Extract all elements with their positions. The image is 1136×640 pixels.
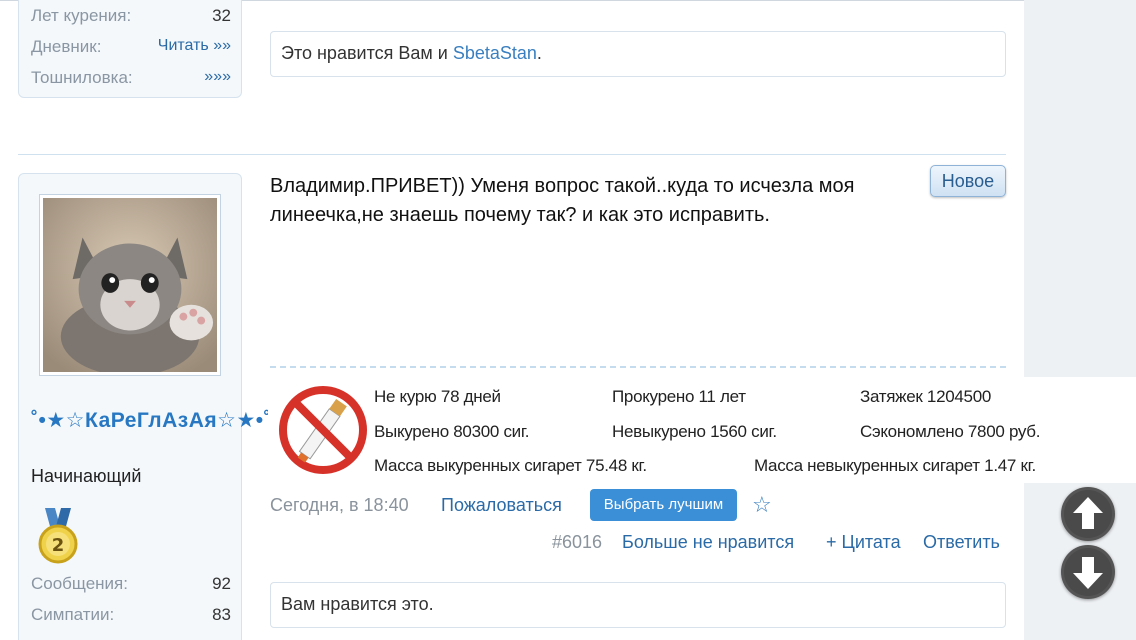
sig-smoked-years: Прокурено 11 лет [612, 387, 746, 406]
post-date: Сегодня, в 18:40 [270, 495, 409, 515]
svg-text:2: 2 [52, 535, 65, 556]
stat-label: Тошниловка: [31, 68, 133, 87]
stat-smoking-years: Лет курения: 32 [31, 6, 231, 30]
likes-text: Вам нравится это. [281, 594, 434, 614]
kitten-image [43, 198, 217, 372]
author-card: ˚•★☆КаРеГлАзАя☆★•˚ Начинающий 2 Сообщени… [18, 173, 271, 640]
prev-likes-box: Это нравится Вам и SbetaStan. [270, 31, 1006, 77]
reply-link[interactable]: Ответить [923, 532, 1000, 553]
prev-author-card: Лет курения: 32 Дневник: Читать »» Тошни… [18, 0, 242, 98]
arrow-up-icon [1064, 490, 1112, 538]
likes-box: Вам нравится это. [270, 582, 1006, 628]
sig-unsmoked-cigs: Невыкурено 1560 сиг. [612, 422, 777, 441]
sig-mass-smoked: Масса выкуренных сигарет 75.48 кг. [374, 456, 647, 475]
medal-icon: 2 [37, 508, 79, 564]
stat-label: Лет курения: [31, 6, 132, 25]
forum-page: Лет курения: 32 Дневник: Читать »» Тошни… [0, 0, 1136, 640]
new-badge: Новое [930, 165, 1006, 197]
stat-value: 32 [212, 6, 231, 25]
stat-messages: Сообщения: 92 [31, 574, 231, 598]
author-username[interactable]: ˚•★☆КаРеГлАзАя☆★•˚ [31, 406, 271, 436]
no-smoking-icon [279, 386, 367, 474]
post-message: Владимир.ПРИВЕТ)) Уменя вопрос такой..ку… [270, 175, 855, 226]
unlike-link[interactable]: Больше не нравится [622, 532, 794, 553]
author-rank: Начинающий [31, 466, 142, 486]
quote-link[interactable]: + Цитата [826, 532, 901, 553]
sig-puffs: Затяжек 1204500 [860, 387, 992, 406]
stat-label: Симпатии: [31, 605, 115, 624]
liked-user-link[interactable]: SbetaStan [453, 43, 537, 63]
likes-suffix: . [536, 43, 542, 63]
right-gutter [1024, 0, 1136, 640]
diary-read-link[interactable]: Читать »» [158, 37, 231, 55]
avatar[interactable] [39, 194, 221, 376]
signature-divider [270, 366, 1006, 368]
stat-nausea: Тошниловка: »»» [31, 68, 231, 92]
post-separator [18, 154, 1006, 155]
arrow-down-icon [1064, 548, 1112, 596]
stat-label: Сообщения: [31, 574, 128, 593]
sig-not-smoking: Не курю 78 дней [374, 387, 501, 406]
likes-prefix: Это нравится Вам и [281, 43, 453, 63]
signature-block: Не курю 78 дней Прокурено 11 лет Затяжек… [268, 377, 1136, 483]
stat-value: 83 [212, 605, 231, 624]
stat-diary: Дневник: Читать »» [31, 37, 231, 61]
scroll-down-button[interactable] [1061, 545, 1115, 599]
sig-mass-unsmoked: Масса невыкуренных сигарет 1.47 кг. [754, 456, 1036, 475]
sig-smoked-cigs: Выкурено 80300 сиг. [374, 422, 530, 441]
stat-label: Дневник: [31, 37, 102, 56]
stat-value: 92 [212, 574, 231, 593]
report-link[interactable]: Пожаловаться [441, 495, 562, 516]
star-icon[interactable]: ☆ [752, 492, 772, 518]
stat-likes: Симпатии: 83 [31, 605, 231, 629]
scroll-up-button[interactable] [1061, 487, 1115, 541]
sig-saved: Сэкономлено 7800 руб. [860, 422, 1041, 441]
nausea-link[interactable]: »»» [204, 68, 231, 86]
select-best-button[interactable]: Выбрать лучшим [590, 489, 737, 521]
post-number[interactable]: #6016 [552, 532, 602, 553]
